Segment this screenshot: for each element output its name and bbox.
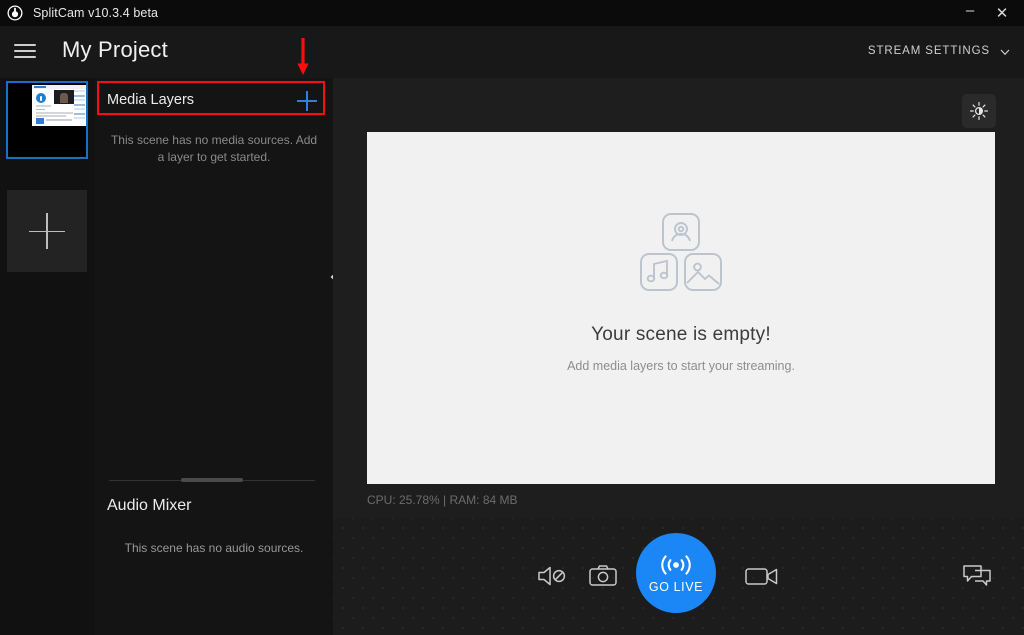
chat-bubbles-icon bbox=[963, 565, 991, 586]
add-media-layer-button[interactable] bbox=[297, 91, 317, 111]
broadcast-signal-icon bbox=[661, 554, 691, 575]
bottom-control-bar: GO LIVE bbox=[333, 518, 1024, 635]
media-layers-header: Media Layers bbox=[99, 83, 329, 119]
empty-scene-placeholder: Your scene is empty! Add media layers to… bbox=[367, 212, 995, 375]
media-layers-empty-message: This scene has no media sources. Add a l… bbox=[110, 133, 318, 164]
stream-settings-button[interactable]: STREAM SETTINGS bbox=[868, 45, 990, 57]
minimize-button[interactable]: – bbox=[954, 0, 986, 26]
snapshot-button[interactable] bbox=[583, 556, 623, 596]
audio-mixer-empty-message: This scene has no audio sources. bbox=[124, 541, 304, 555]
scene-thumbnail-1[interactable] bbox=[6, 81, 88, 159]
title-bar: SplitCam v10.3.4 beta – ✕ bbox=[0, 0, 1024, 26]
splitcam-app-window: SplitCam v10.3.4 beta – ✕ My Project STR… bbox=[0, 0, 1024, 635]
brightness-button[interactable] bbox=[962, 94, 996, 128]
preview-stage: Your scene is empty! Add media layers to… bbox=[333, 78, 1024, 518]
audio-mixer-title: Audio Mixer bbox=[107, 497, 192, 514]
empty-scene-title: Your scene is empty! bbox=[591, 324, 771, 345]
scene-rail: Scene 1 bbox=[0, 78, 95, 635]
go-live-label: GO LIVE bbox=[648, 579, 704, 594]
panel-resize-grip[interactable] bbox=[181, 477, 243, 482]
status-resource-usage: CPU: 25.78% | RAM: 84 MB bbox=[367, 493, 518, 507]
go-live-button[interactable]: GO LIVE bbox=[636, 533, 716, 613]
chevron-down-icon[interactable] bbox=[998, 45, 1012, 59]
brightness-sun-icon bbox=[970, 102, 988, 120]
splitcam-logo-icon bbox=[7, 5, 23, 21]
window-controls: – ✕ bbox=[954, 0, 1024, 26]
speaker-muted-icon bbox=[538, 566, 566, 586]
empty-scene-subtitle: Add media layers to start your streaming… bbox=[567, 359, 795, 373]
page-title: My Project bbox=[62, 37, 168, 62]
app-header: My Project STREAM SETTINGS bbox=[0, 26, 1024, 78]
media-layers-placeholder-icon bbox=[640, 213, 722, 291]
hamburger-menu-icon[interactable] bbox=[14, 40, 36, 62]
scene-thumbnail-preview bbox=[32, 85, 86, 126]
media-layers-panel: Media Layers This scene has no media sou… bbox=[95, 78, 333, 635]
chat-button[interactable] bbox=[957, 556, 997, 596]
record-button[interactable] bbox=[740, 556, 784, 596]
close-button[interactable]: ✕ bbox=[986, 0, 1018, 26]
window-title: SplitCam v10.3.4 beta bbox=[33, 6, 159, 20]
scene-preview-canvas[interactable]: Your scene is empty! Add media layers to… bbox=[367, 132, 995, 484]
add-scene-button[interactable] bbox=[7, 190, 87, 272]
camera-icon bbox=[589, 565, 617, 586]
mute-audio-button[interactable] bbox=[532, 556, 572, 596]
media-layers-title: Media Layers bbox=[107, 92, 195, 108]
video-camera-icon bbox=[745, 568, 778, 585]
